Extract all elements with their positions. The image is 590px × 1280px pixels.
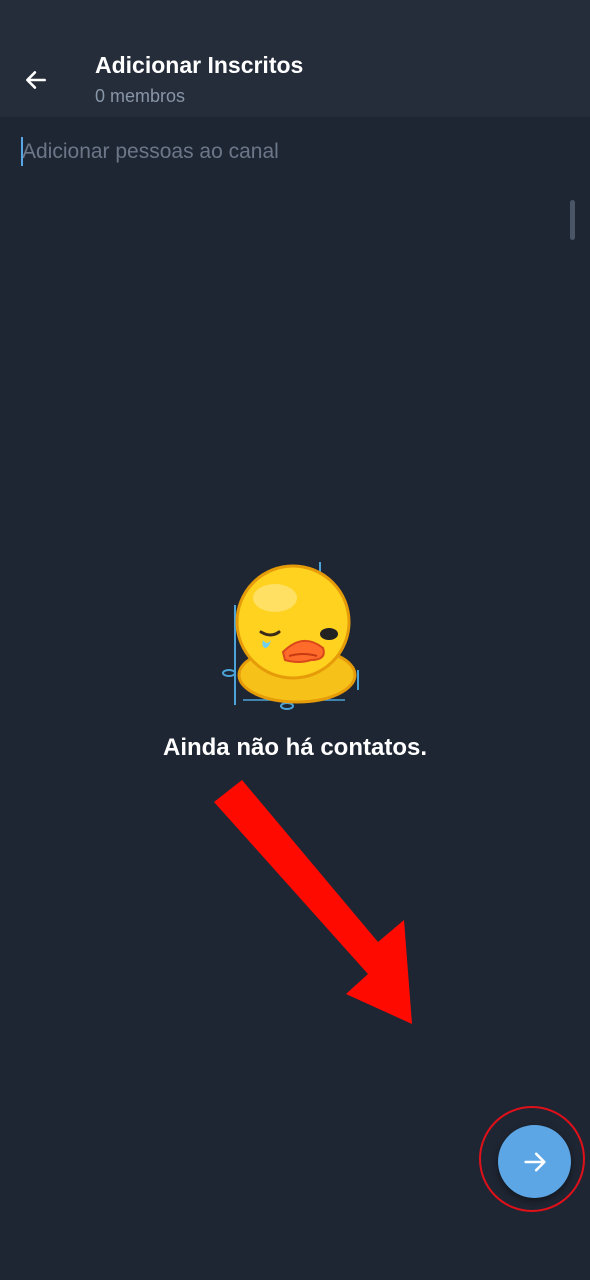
back-button[interactable]: [14, 58, 58, 102]
sad-duck-sticker: [215, 560, 375, 712]
member-count: 0 membros: [95, 86, 186, 106]
arrow-left-icon: [26, 71, 46, 89]
search-input[interactable]: [20, 137, 562, 167]
duck-icon: [222, 562, 359, 710]
empty-state-message: Ainda não há contatos.: [162, 734, 428, 761]
text-caret: [21, 137, 23, 166]
red-arrow-annotation: [214, 780, 412, 1024]
scrollbar[interactable]: [570, 200, 575, 240]
next-button[interactable]: [498, 1125, 571, 1198]
search-bar: [0, 117, 590, 187]
arrow-right-icon: [523, 1152, 546, 1171]
app-header: Adicionar Inscritos 0 membros: [0, 0, 590, 117]
page-title: Adicionar Inscritos: [95, 52, 304, 78]
